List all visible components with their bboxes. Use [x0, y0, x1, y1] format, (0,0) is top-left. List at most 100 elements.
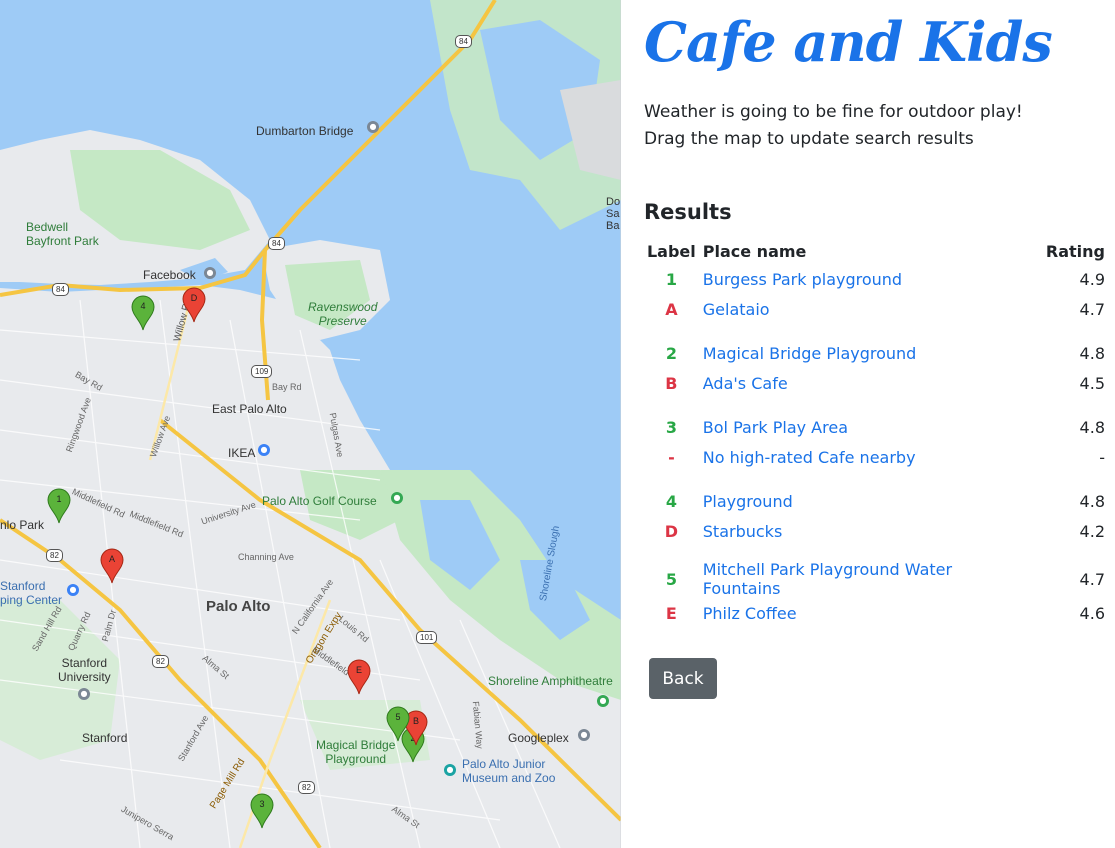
table-row: D Starbucks 4.2	[644, 516, 1115, 546]
row-name-cell: Magical Bridge Playground	[699, 338, 1034, 368]
row-name-cell: Burgess Park playground	[699, 264, 1034, 294]
row-label: A	[665, 299, 678, 319]
shopping-poi-icon: ●	[258, 444, 270, 456]
place-link[interactable]: Ada's Cafe	[703, 374, 788, 393]
row-label: E	[665, 603, 677, 623]
map-marker-d[interactable]: D	[182, 287, 206, 323]
row-rating: 4.8	[1079, 343, 1105, 363]
back-button[interactable]: Back	[649, 658, 717, 699]
map-marker-label: 3	[259, 799, 265, 809]
shield-84: 84	[268, 237, 285, 250]
table-row: E Philz Coffee 4.6	[644, 598, 1115, 628]
map-marker-e[interactable]: E	[347, 659, 371, 695]
row-rating: 4.2	[1079, 521, 1105, 541]
results-table: Label Place name Rating 1 Burgess Park p…	[644, 238, 1115, 628]
row-label: -	[668, 447, 675, 467]
amphitheatre-poi-icon: ●	[597, 695, 609, 707]
place-link[interactable]: No high-rated Cafe nearby	[703, 448, 916, 467]
row-rating: 4.8	[1079, 491, 1105, 511]
place-link[interactable]: Starbucks	[703, 522, 783, 541]
table-row: 3 Bol Park Play Area 4.8	[644, 412, 1115, 442]
bridge-poi-icon: ●	[367, 121, 379, 133]
row-name-cell: Ada's Cafe	[699, 368, 1034, 398]
map-label-menlo-park: nlo Park	[0, 518, 45, 532]
row-name-cell: Bol Park Play Area	[699, 412, 1034, 442]
map-label-stanford-university: Stanford University	[58, 656, 111, 684]
map-label-facebook: Facebook	[143, 268, 196, 282]
map-marker-a[interactable]: A	[100, 548, 124, 584]
map-label-shoreline-amphitheatre: Shoreline Amphitheatre	[488, 674, 613, 688]
map-label-dumbarton: Dumbarton Bridge	[256, 124, 354, 138]
row-rating: 4.9	[1079, 269, 1105, 289]
place-link[interactable]: Magical Bridge Playground	[703, 344, 917, 363]
map-marker-label: 5	[395, 712, 401, 722]
facebook-poi-icon: ●	[204, 267, 216, 279]
map-label-dumbarton-edge: Do Sa Ba	[606, 196, 621, 232]
row-spacer	[644, 398, 1115, 412]
road-label-channing: Channing Ave	[238, 552, 294, 562]
table-header-row: Label Place name Rating	[644, 238, 1115, 264]
row-name-cell: Philz Coffee	[699, 598, 1034, 628]
golf-poi-icon: ●	[391, 492, 403, 504]
shield-82: 82	[46, 549, 63, 562]
shield-84: 84	[455, 35, 472, 48]
googleplex-poi-icon: ●	[578, 729, 590, 741]
map-marker-label: D	[190, 293, 198, 303]
place-link[interactable]: Bol Park Play Area	[703, 418, 848, 437]
row-name-cell: Starbucks	[699, 516, 1034, 546]
table-row: 1 Burgess Park playground 4.9	[644, 264, 1115, 294]
map-label-googleplex: Googleplex	[508, 731, 569, 745]
row-name-cell: Gelataio	[699, 294, 1034, 324]
map-label-stanford: Stanford	[82, 731, 128, 745]
map-marker-label: E	[355, 665, 362, 675]
app-title: Cafe and Kids	[644, 10, 1053, 74]
row-rating: 4.8	[1079, 417, 1105, 437]
map-label-ikea: IKEA	[228, 446, 256, 460]
place-link[interactable]: Playground	[703, 492, 793, 511]
place-link[interactable]: Philz Coffee	[703, 604, 797, 623]
row-label: 1	[665, 269, 677, 289]
table-row: B Ada's Cafe 4.5	[644, 368, 1115, 398]
drag-hint: Drag the map to update search results	[644, 129, 974, 149]
map-label-bedwell: Bedwell Bayfront Park	[26, 220, 99, 248]
map-marker-label: 1	[56, 494, 62, 504]
shopping-center-poi-icon: ●	[67, 584, 79, 596]
table-row: 2 Magical Bridge Playground 4.8	[644, 338, 1115, 368]
row-spacer	[644, 472, 1115, 486]
map-label-shopping-center: Stanford ping Center	[0, 579, 63, 607]
map-marker-4[interactable]: 4	[131, 295, 155, 331]
row-rating: 4.6	[1079, 603, 1105, 623]
column-header-rating: Rating	[1045, 241, 1105, 261]
row-spacer	[644, 324, 1115, 338]
row-rating: 4.7	[1079, 299, 1105, 319]
row-name-cell: Playground	[699, 486, 1034, 516]
map[interactable]: Dumbarton Bridge Bedwell Bayfront Park F…	[0, 0, 621, 848]
results-heading: Results	[644, 200, 732, 224]
table-row: 4 Playground 4.8	[644, 486, 1115, 516]
map-marker-3[interactable]: 3	[250, 793, 274, 829]
road-label-bay-rd-2: Bay Rd	[272, 382, 302, 392]
place-link[interactable]: Mitchell Park Playground Water Fountains	[703, 560, 952, 598]
row-spacer	[644, 546, 1115, 560]
museum-poi-icon: ●	[444, 764, 456, 776]
shield-109: 109	[251, 365, 273, 378]
column-header-label: Label	[646, 241, 696, 261]
row-name-cell: Mitchell Park Playground Water Fountains	[699, 560, 1034, 598]
shield-82: 82	[152, 655, 169, 668]
place-link[interactable]: Gelataio	[703, 300, 770, 319]
row-label: 5	[665, 569, 677, 589]
row-label: 4	[665, 491, 677, 511]
row-rating: 4.5	[1079, 373, 1105, 393]
shield-82: 82	[298, 781, 315, 794]
map-marker-label: A	[108, 554, 115, 564]
map-marker-5[interactable]: 5	[386, 706, 410, 742]
row-label: 3	[665, 417, 677, 437]
place-link[interactable]: Burgess Park playground	[703, 270, 902, 289]
map-label-ravenswood: Ravenswood Preserve	[308, 300, 378, 328]
map-label-palo-alto: Palo Alto	[206, 598, 271, 615]
weather-message: Weather is going to be fine for outdoor …	[644, 102, 1023, 122]
university-poi-icon: ●	[78, 688, 90, 700]
row-label: D	[664, 521, 679, 541]
map-label-golf: Palo Alto Golf Course	[262, 494, 377, 508]
map-marker-1[interactable]: 1	[47, 488, 71, 524]
